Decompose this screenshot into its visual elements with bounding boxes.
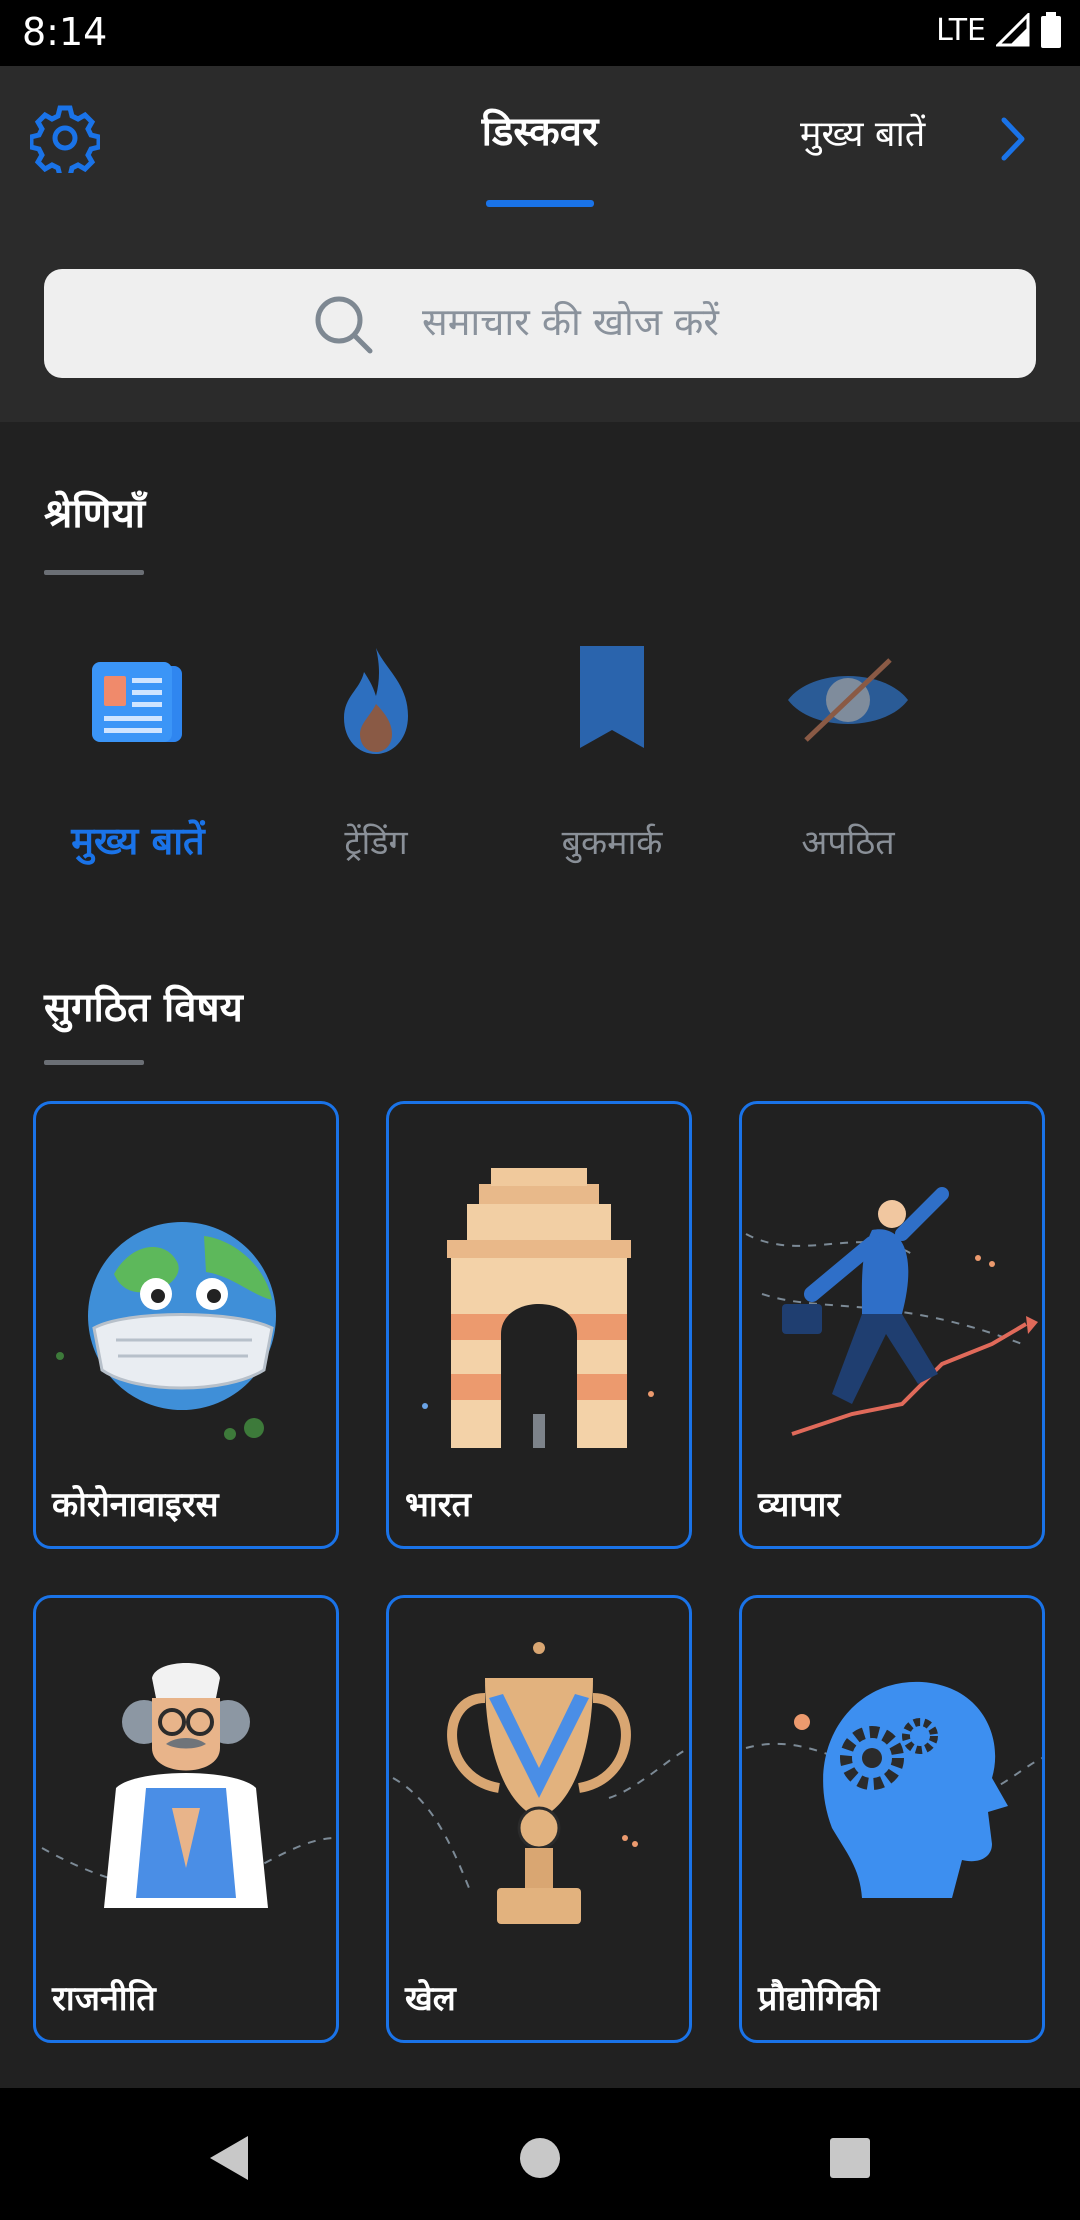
topic-label: खेल xyxy=(405,1979,456,2019)
topic-label: कोरोनावाइरस xyxy=(52,1485,219,1525)
topic-card-coronavirus[interactable]: कोरोनावाइरस xyxy=(33,1101,339,1549)
search-input[interactable]: समाचार की खोज करें xyxy=(44,269,1036,378)
category-label: ट्रेंडिंग xyxy=(344,823,408,863)
category-trending[interactable]: ट्रेंडिंग xyxy=(286,640,466,880)
topic-label: प्रौद्योगिकी xyxy=(758,1979,880,2019)
categories-title: श्रेणियाँ xyxy=(44,491,146,537)
tab-headlines[interactable]: मुख्य बातें xyxy=(800,108,925,157)
topics-divider xyxy=(44,1060,144,1065)
category-label: बुकमार्क xyxy=(561,823,663,863)
search-icon xyxy=(315,296,373,354)
bookmark-icon xyxy=(580,646,644,748)
topic-label: भारत xyxy=(405,1485,471,1525)
businessman-graph-illustration xyxy=(745,1187,1038,1436)
status-bar: 8:14 LTE xyxy=(0,0,1080,66)
chevron-right-icon[interactable] xyxy=(996,114,1030,164)
header-panel: डिस्कवर मुख्य बातें समाचार की खोज करें xyxy=(0,66,1080,422)
home-icon[interactable] xyxy=(510,2128,570,2188)
category-label: मुख्य बातें xyxy=(71,819,205,863)
topics-title: सुगठित विषय xyxy=(44,985,243,1031)
active-tab-indicator xyxy=(486,200,594,207)
india-gate-illustration xyxy=(422,1168,654,1448)
settings-gear-icon[interactable] xyxy=(30,103,100,173)
categories-divider xyxy=(44,570,144,575)
category-label: अपठित xyxy=(801,823,895,863)
category-headlines[interactable]: मुख्य बातें xyxy=(48,640,228,880)
topic-card-politics[interactable]: राजनीति xyxy=(33,1595,339,2043)
status-icons: LTE xyxy=(936,12,1062,48)
search-placeholder: समाचार की खोज करें xyxy=(422,300,719,344)
topic-card-india[interactable]: भारत xyxy=(386,1101,692,1549)
network-type: LTE xyxy=(936,12,986,48)
masked-globe-illustration xyxy=(56,1222,276,1440)
signal-icon xyxy=(996,13,1030,47)
eye-off-icon xyxy=(788,658,908,742)
category-unread[interactable]: अपठित xyxy=(758,640,938,880)
topic-card-technology[interactable]: प्रौद्योगिकी xyxy=(739,1595,1045,2043)
recents-icon[interactable] xyxy=(820,2128,880,2188)
topic-card-business[interactable]: व्यापार xyxy=(739,1101,1045,1549)
topic-label: राजनीति xyxy=(52,1979,156,2019)
back-icon[interactable] xyxy=(200,2128,260,2188)
battery-icon xyxy=(1041,12,1061,48)
flame-icon xyxy=(344,648,408,754)
topic-label: व्यापार xyxy=(758,1485,841,1525)
system-nav-bar xyxy=(0,2088,1080,2220)
tab-discover[interactable]: डिस्कवर xyxy=(440,102,640,157)
politician-illustration xyxy=(41,1663,336,1908)
head-gears-illustration xyxy=(745,1681,1042,1898)
topic-card-sports[interactable]: खेल xyxy=(386,1595,692,2043)
status-time: 8:14 xyxy=(22,10,108,54)
newspaper-icon xyxy=(92,662,182,742)
trophy-illustration xyxy=(392,1642,689,1924)
category-bookmarks[interactable]: बुकमार्क xyxy=(522,640,702,880)
